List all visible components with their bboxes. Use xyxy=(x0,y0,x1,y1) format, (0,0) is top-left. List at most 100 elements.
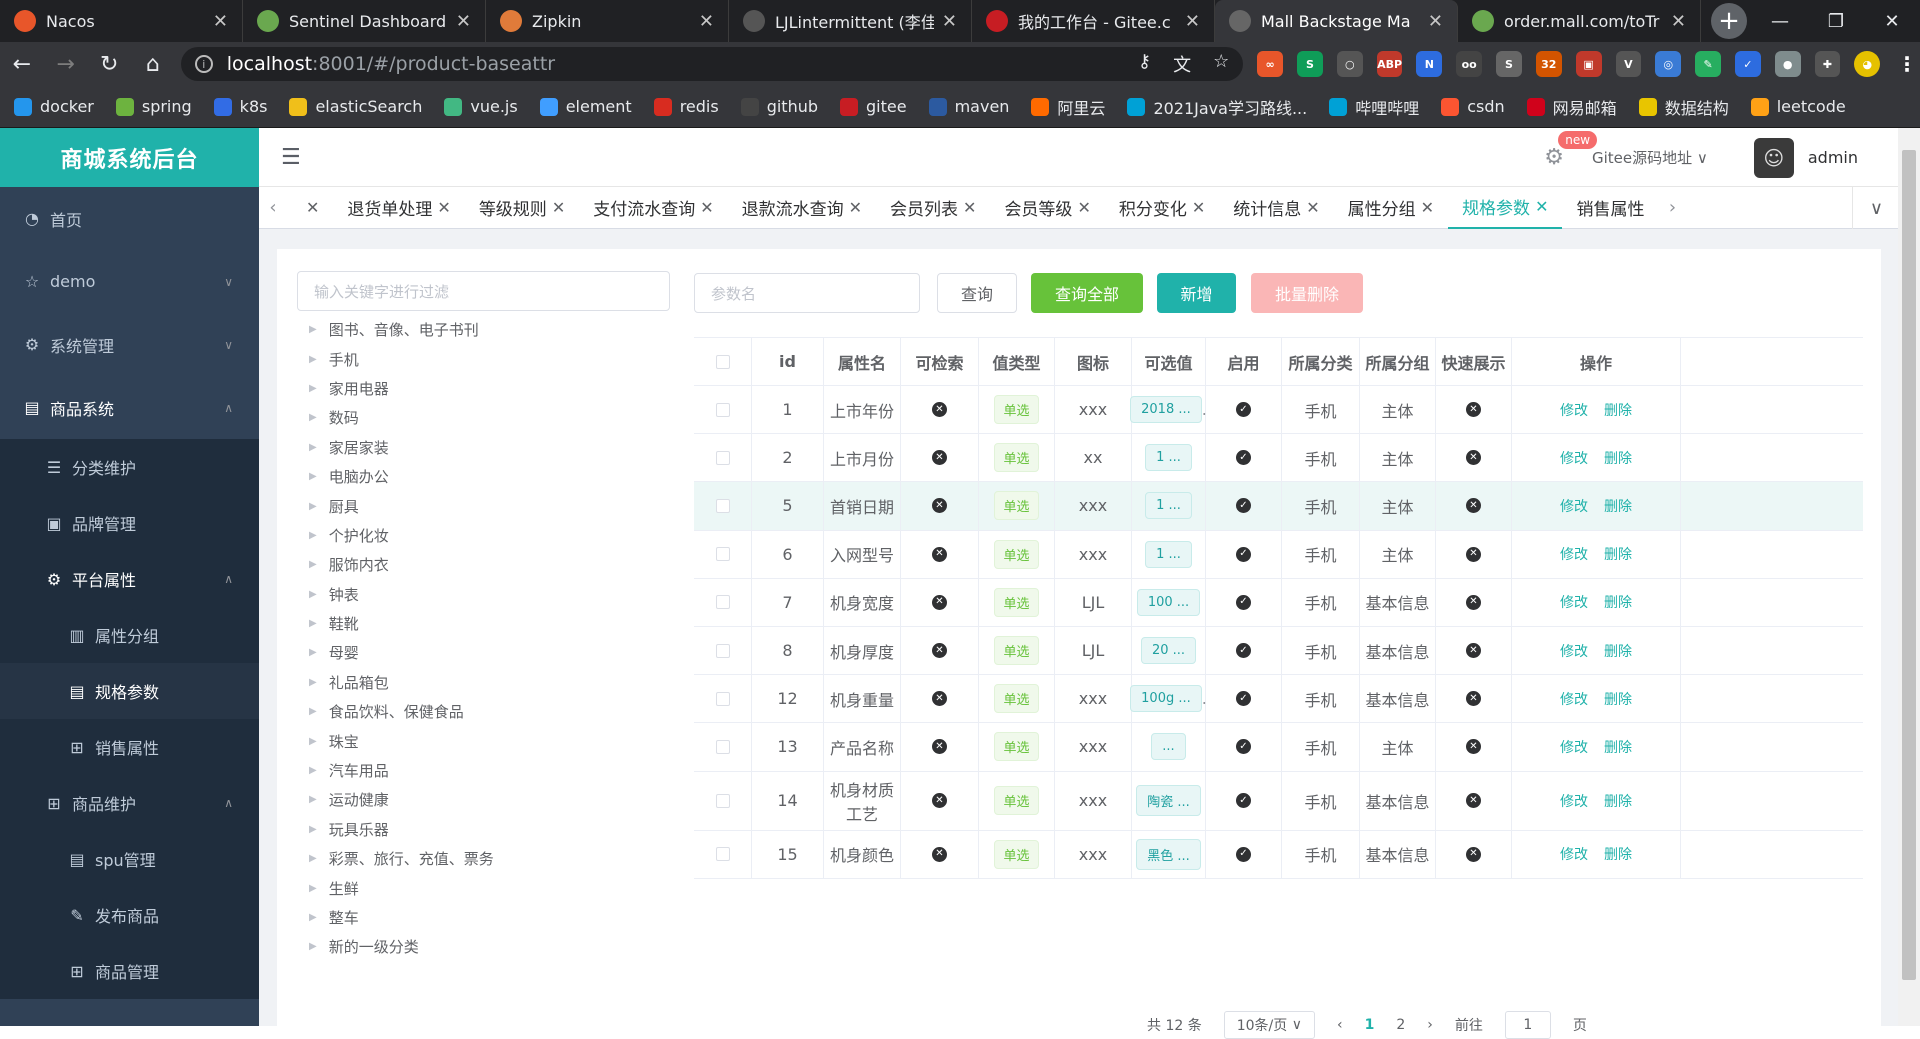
close-icon[interactable]: ✕ xyxy=(1192,198,1205,217)
browser-tab[interactable]: order.mall.com/toTr ✕ xyxy=(1458,0,1701,42)
extension-icon[interactable]: oo xyxy=(1456,51,1483,77)
hamburger-icon[interactable]: ☰ xyxy=(281,145,301,170)
extension-icon[interactable]: ✎ xyxy=(1695,51,1721,77)
sidebar-item-brand[interactable]: ▣ 品牌管理 xyxy=(0,495,259,551)
tree-node[interactable]: ▶ 整车 xyxy=(297,903,677,932)
extension-icon[interactable]: ∞ xyxy=(1257,51,1284,77)
table-row[interactable]: 2 上市月份 ✕ 单选 xx 1 ... ✓ 手机 主体 ✕ 修改 删除 xyxy=(694,434,1863,483)
forward-icon[interactable]: → xyxy=(44,42,88,86)
delete-button[interactable]: 删除 xyxy=(1604,496,1632,516)
tag-view-item[interactable]: 统计信息 ✕ xyxy=(1219,187,1333,229)
sidebar-item-home[interactable]: ◔ 首页 xyxy=(0,187,259,250)
bookmark-item[interactable]: github xyxy=(740,97,818,116)
close-icon[interactable]: ✕ xyxy=(963,198,976,217)
caret-right-icon[interactable]: ▶ xyxy=(309,794,317,805)
tree-filter-input[interactable]: 输入关键字进行过滤 xyxy=(297,271,670,311)
select-all-checkbox-cell[interactable] xyxy=(694,338,752,385)
bookmark-item[interactable]: leetcode xyxy=(1750,97,1846,116)
tag-view-item[interactable]: 支付流水查询 ✕ xyxy=(579,187,727,229)
edit-button[interactable]: 修改 xyxy=(1560,641,1588,661)
row-checkbox[interactable] xyxy=(715,847,730,862)
tags-dropdown-icon[interactable]: ∨ xyxy=(1852,187,1900,229)
row-checkbox[interactable] xyxy=(715,547,730,562)
delete-button[interactable]: 删除 xyxy=(1604,844,1632,864)
browser-tab[interactable]: Zipkin ✕ xyxy=(486,0,729,42)
row-checkbox[interactable] xyxy=(715,643,730,658)
url-field[interactable]: i localhost:8001/#/product-baseattr ⚷ 文 … xyxy=(180,47,1244,81)
sidebar-item-goods[interactable]: ⊞ 商品管理 xyxy=(0,943,259,999)
select-all-checkbox[interactable] xyxy=(715,354,730,369)
close-icon[interactable]: ✕ xyxy=(700,198,713,217)
key-icon[interactable]: ⚷ xyxy=(1138,51,1151,77)
row-checkbox-cell[interactable] xyxy=(694,434,752,482)
edit-button[interactable]: 修改 xyxy=(1560,592,1588,612)
tag-view-item[interactable]: 积分变化 ✕ xyxy=(1105,187,1219,229)
row-checkbox[interactable] xyxy=(715,402,730,417)
profile-icon[interactable]: ◕ xyxy=(1854,51,1881,77)
browser-tab[interactable]: Mall Backstage Ma ✕ xyxy=(1215,0,1458,42)
delete-button[interactable]: 删除 xyxy=(1604,544,1632,564)
table-row[interactable]: 6 入网型号 ✕ 单选 xxx 1 ... ✓ 手机 主体 ✕ 修改 删除 xyxy=(694,530,1863,579)
row-checkbox-cell[interactable] xyxy=(694,723,752,771)
tree-node[interactable]: ▶ 玩具乐器 xyxy=(297,815,677,844)
row-checkbox[interactable] xyxy=(715,450,730,465)
values-tag[interactable]: 2018 ... xyxy=(1130,396,1202,424)
tag-close-only[interactable]: ✕ xyxy=(287,187,333,229)
caret-right-icon[interactable]: ▶ xyxy=(309,412,317,423)
values-tag[interactable]: 100g ... xyxy=(1130,685,1202,713)
caret-right-icon[interactable]: ▶ xyxy=(309,824,317,835)
puzzle-icon[interactable]: ✚ xyxy=(1814,51,1841,77)
bookmark-item[interactable]: docker xyxy=(14,97,94,116)
close-icon[interactable]: ✕ xyxy=(1421,198,1434,217)
avatar[interactable]: ☺ xyxy=(1753,137,1794,178)
values-tag[interactable]: 100 ... xyxy=(1136,588,1201,616)
query-button[interactable]: 查询 xyxy=(937,273,1017,313)
bookmark-item[interactable]: 网易邮箱 xyxy=(1526,95,1617,119)
row-checkbox-cell[interactable] xyxy=(694,530,752,578)
table-row[interactable]: 7 机身宽度 ✕ 单选 LJL 100 ... ✓ 手机 基本信息 ✕ 修改 删除 xyxy=(694,578,1863,627)
table-row[interactable]: 5 首销日期 ✕ 单选 xxx 1 ... ✓ 手机 主体 ✕ 修改 删除 xyxy=(694,482,1863,531)
table-row[interactable]: 1 上市年份 ✕ 单选 xxx 2018 .... ✓ 手机 主体 ✕ 修改 删除 xyxy=(694,386,1863,435)
delete-button[interactable]: 删除 xyxy=(1604,592,1632,612)
caret-right-icon[interactable]: ▶ xyxy=(309,706,317,717)
edit-button[interactable]: 修改 xyxy=(1560,400,1588,420)
bookmark-item[interactable]: vue.js xyxy=(444,97,518,116)
close-tab-icon[interactable]: ✕ xyxy=(1185,11,1200,32)
extension-icon[interactable]: 32 xyxy=(1535,51,1562,77)
close-icon[interactable]: ✕ xyxy=(437,198,450,217)
prev-page-icon[interactable]: ‹ xyxy=(1337,1017,1343,1033)
browser-tab[interactable]: Sentinel Dashboard ✕ xyxy=(243,0,486,42)
sidebar-item-spu[interactable]: ▤ spu管理 xyxy=(0,831,259,887)
tag-view-item[interactable]: 等级规则 ✕ xyxy=(465,187,579,229)
close-tab-icon[interactable]: ✕ xyxy=(1428,11,1443,32)
tree-node[interactable]: ▶ 汽车用品 xyxy=(297,756,677,785)
bookmark-item[interactable]: 数据结构 xyxy=(1638,95,1729,119)
scroll-right-icon[interactable]: › xyxy=(1658,197,1686,218)
edit-button[interactable]: 修改 xyxy=(1560,737,1588,757)
extension-icon[interactable]: V xyxy=(1615,51,1642,77)
sidebar-item-product[interactable]: ▤ 商品系统 ∧ xyxy=(0,376,259,439)
edit-button[interactable]: 修改 xyxy=(1560,844,1588,864)
tree-node[interactable]: ▶ 图书、音像、电子书刊 xyxy=(297,315,677,344)
tree-node[interactable]: ▶ 电脑办公 xyxy=(297,462,677,491)
sidebar-item-system[interactable]: ⚙ 系统管理 ∨ xyxy=(0,313,259,376)
edit-button[interactable]: 修改 xyxy=(1560,448,1588,468)
next-page-icon[interactable]: › xyxy=(1427,1017,1433,1033)
close-tab-icon[interactable]: ✕ xyxy=(699,11,714,32)
close-icon[interactable]: ✕ xyxy=(849,198,862,217)
caret-right-icon[interactable]: ▶ xyxy=(309,442,317,453)
translate-icon[interactable]: 文 xyxy=(1173,51,1191,77)
caret-right-icon[interactable]: ▶ xyxy=(309,589,317,600)
batch-delete-button[interactable]: 批量删除 xyxy=(1251,273,1363,313)
row-checkbox-cell[interactable] xyxy=(694,386,752,434)
bookmark-item[interactable]: maven xyxy=(928,97,1009,116)
adblock-icon[interactable]: ABP xyxy=(1376,51,1403,77)
table-row[interactable]: 8 机身厚度 ✕ 单选 LJL 20 ... ✓ 手机 基本信息 ✕ 修改 删除 xyxy=(694,626,1863,676)
row-checkbox[interactable] xyxy=(715,739,730,754)
menu-dots-icon[interactable]: ⋮ xyxy=(1894,51,1920,77)
edit-button[interactable]: 修改 xyxy=(1560,544,1588,564)
restore-icon[interactable]: ❐ xyxy=(1808,0,1864,42)
row-checkbox[interactable] xyxy=(715,691,730,706)
reload-icon[interactable]: ↻ xyxy=(87,42,131,86)
caret-right-icon[interactable]: ▶ xyxy=(309,765,317,776)
